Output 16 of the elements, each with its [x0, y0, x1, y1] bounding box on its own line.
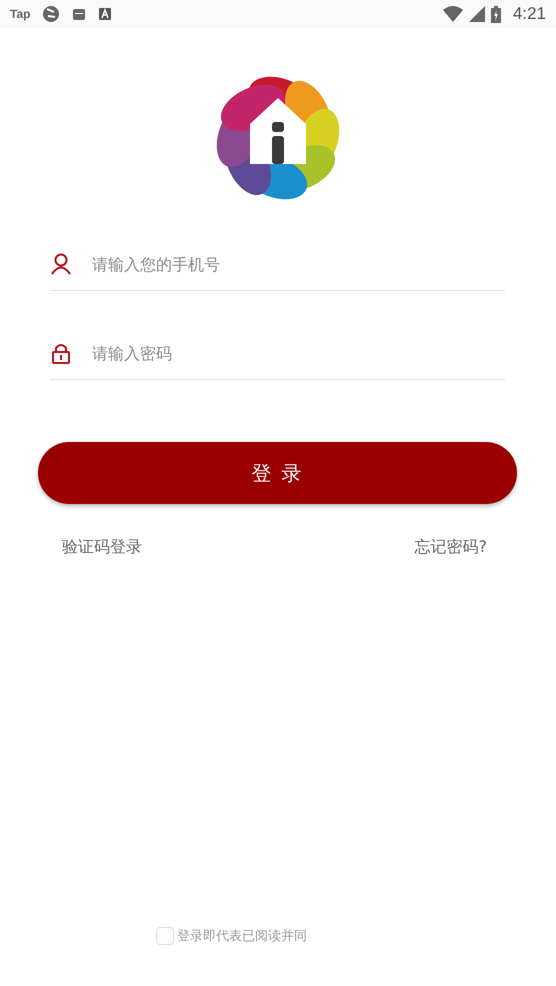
lock-icon — [50, 342, 72, 364]
text-link[interactable]: 验证码登录 — [62, 537, 142, 558]
input-field[interactable]: 请输入密码 — [90, 342, 505, 364]
signal-icon — [468, 6, 485, 22]
agreement-text: 登录即代表已阅读并同 — [177, 928, 307, 945]
app-label: Tap — [10, 7, 30, 21]
app-icon — [72, 7, 86, 21]
login-button[interactable]: 登 录 — [38, 442, 517, 504]
text-link[interactable]: 忘记密码? — [414, 537, 487, 558]
letter-app-icon — [98, 7, 112, 21]
input-field[interactable]: 请输入您的手机号 — [90, 254, 505, 274]
agreement-checkbox[interactable] — [156, 927, 174, 945]
user-icon — [50, 253, 72, 275]
clock-time: 4:21 — [512, 4, 546, 24]
battery-icon — [490, 6, 501, 22]
wifi-icon — [442, 6, 463, 22]
